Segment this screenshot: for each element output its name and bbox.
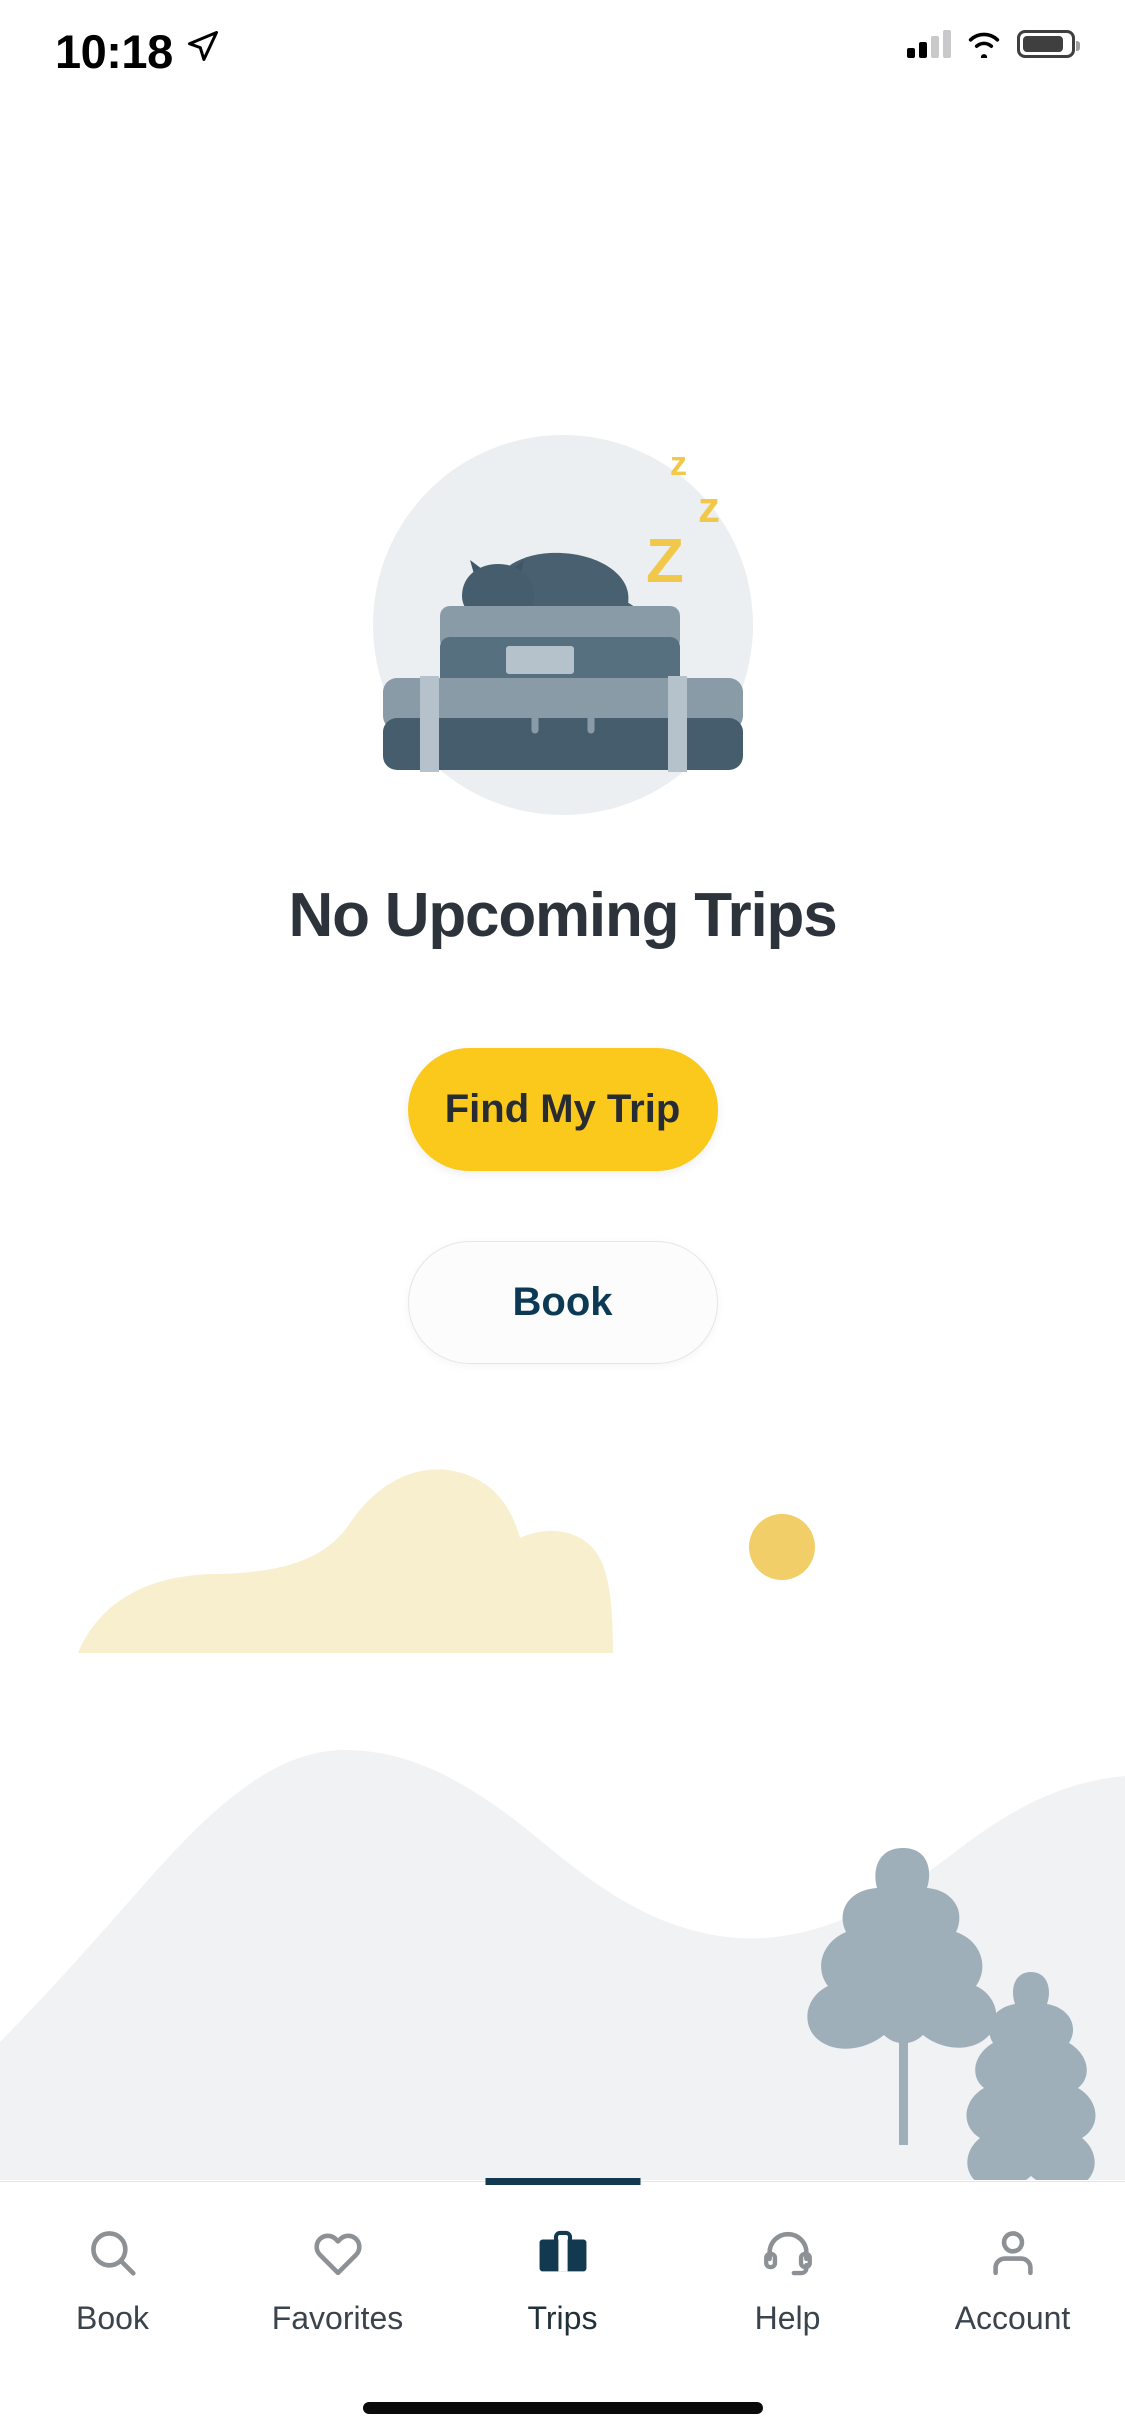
- status-bar: 10:18: [0, 0, 1125, 132]
- wifi-icon: [968, 32, 1000, 58]
- headset-icon: [759, 2222, 817, 2284]
- svg-text:z: z: [670, 445, 687, 483]
- svg-text:Z: Z: [646, 527, 684, 596]
- heart-icon: [309, 2222, 367, 2284]
- tab-account[interactable]: Account: [900, 2182, 1125, 2436]
- status-time: 10:18: [55, 25, 173, 78]
- cloud-shape: [78, 1469, 613, 1653]
- home-indicator[interactable]: [362, 2402, 763, 2414]
- tab-label: Help: [754, 2300, 821, 2336]
- sun-shape: [749, 1514, 815, 1580]
- search-icon: [84, 2222, 142, 2284]
- suitcase-strap-right: [667, 676, 687, 772]
- bottom-tab-bar: Book Favorites Trips Help Account: [0, 2178, 1125, 2436]
- battery-icon: [1017, 30, 1080, 58]
- app-screen: 10:18 z z Z No Upcoming Trips Find My Tr…: [0, 0, 1125, 2436]
- location-arrow-icon: [188, 31, 218, 61]
- tab-favorites[interactable]: Favorites: [225, 2182, 450, 2436]
- find-my-trip-button[interactable]: Find My Trip: [407, 1048, 718, 1172]
- briefcase-icon: [534, 2222, 592, 2284]
- cellular-signal-icon: [907, 30, 951, 58]
- top-suitcase-label: [505, 646, 574, 674]
- status-indicators: [907, 30, 1080, 58]
- empty-state-content: No Upcoming Trips Find My Trip Book: [0, 880, 1125, 1365]
- book-button[interactable]: Book: [407, 1241, 718, 1365]
- suitcase-strap-left: [419, 676, 439, 772]
- tab-help[interactable]: Help: [675, 2182, 900, 2436]
- svg-text:z: z: [698, 483, 720, 532]
- tab-label: Account: [954, 2300, 1071, 2336]
- tab-label: Favorites: [271, 2300, 404, 2336]
- tab-trips[interactable]: Trips: [450, 2178, 675, 2436]
- tab-book[interactable]: Book: [0, 2182, 225, 2436]
- sleeping-cat-on-luggage-illustration: z z Z: [0, 430, 1125, 820]
- page-title: No Upcoming Trips: [288, 881, 838, 950]
- person-icon: [984, 2222, 1042, 2284]
- active-tab-indicator: [485, 2178, 640, 2185]
- tab-label: Book: [76, 2300, 149, 2336]
- tab-label: Trips: [527, 2300, 598, 2336]
